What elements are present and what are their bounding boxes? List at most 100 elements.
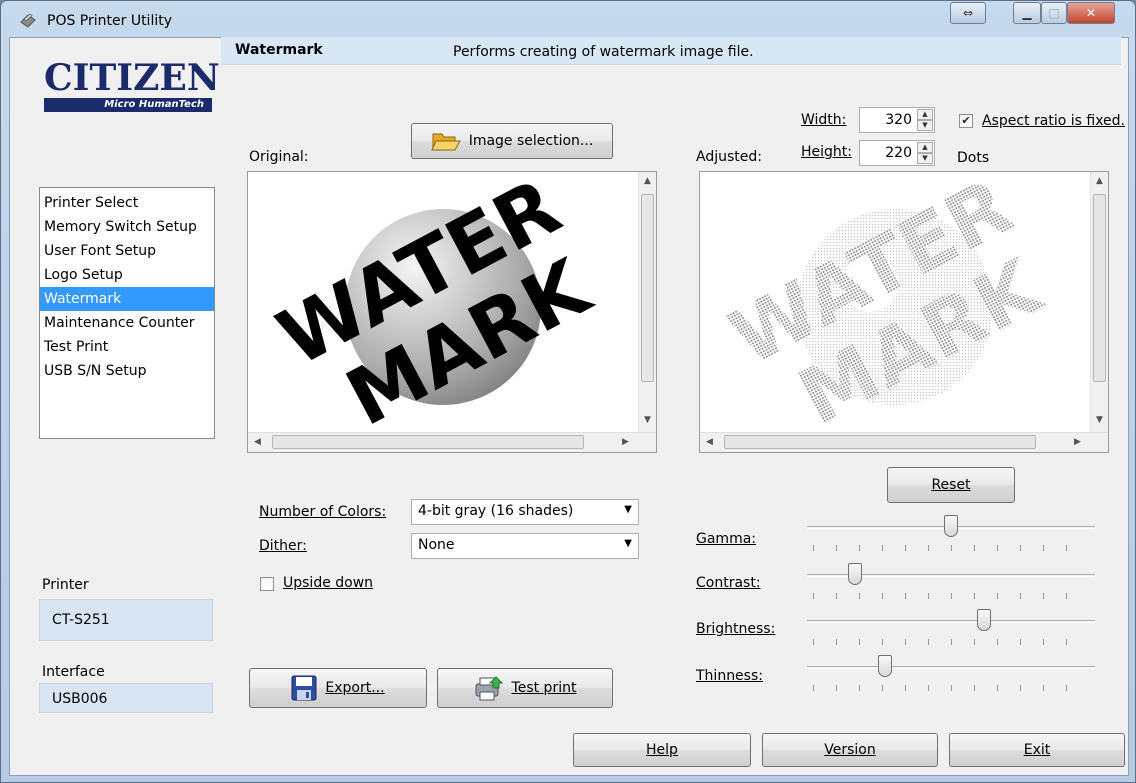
adjusted-horizontal-scrollbar[interactable]: ◀ ▶ [700, 432, 1108, 452]
section-title: Watermark [235, 42, 323, 58]
height-label: Height: [801, 144, 852, 160]
upside-down-checkbox[interactable] [260, 577, 274, 591]
nav-item-test-print[interactable]: Test Print [40, 335, 214, 359]
close-icon: ✕ [1085, 6, 1097, 20]
spin-down-icon[interactable]: ▼ [917, 153, 933, 164]
chevron-down-icon: ▼ [624, 504, 632, 515]
checkmark-icon: ✔ [961, 114, 971, 127]
chevron-down-icon: ▼ [624, 538, 632, 549]
original-watermark-image: WATER MARK [264, 172, 605, 434]
nav-item-printer-select[interactable]: Printer Select [40, 191, 214, 215]
gamma-label: Gamma: [696, 531, 756, 547]
nav-item-logo-setup[interactable]: Logo Setup [40, 263, 214, 287]
adjusted-watermark-image: WATER MARK [716, 172, 1057, 434]
number-of-colors-label: Number of Colors: [259, 504, 387, 520]
version-label: Version [824, 742, 876, 758]
original-hscroll-thumb[interactable] [272, 435, 584, 449]
brightness-label: Brightness: [696, 621, 776, 637]
upside-down-label[interactable]: Upside down [283, 575, 373, 591]
nav-item-usb-sn-setup[interactable]: USB S/N Setup [40, 359, 214, 383]
adjusted-vertical-scrollbar[interactable]: ▲ ▼ [1090, 172, 1108, 434]
exit-label: Exit [1023, 742, 1051, 758]
citizen-logo: CITIZEN Micro HumanTech [44, 57, 220, 118]
function-list[interactable]: Printer Select Memory Switch Setup User … [39, 187, 215, 439]
printer-label: Printer [42, 577, 89, 593]
title-bar[interactable]: POS Printer Utility ⇔ ▁ □ ✕ [1, 1, 1135, 37]
minimize-button[interactable]: ▁ [1013, 2, 1041, 24]
save-icon [291, 675, 317, 701]
printer-icon [475, 676, 503, 701]
number-of-colors-select[interactable]: 4-bit gray (16 shades) ▼ [411, 499, 639, 525]
original-preview: WATER MARK ▲ ▼ ◀ ▶ [247, 171, 657, 453]
aspect-ratio-checkbox[interactable]: ✔ [959, 114, 973, 128]
aspect-ratio-label[interactable]: Aspect ratio is fixed. [982, 113, 1125, 129]
close-button[interactable]: ✕ [1067, 2, 1115, 24]
width-spin-buttons[interactable]: ▲ ▼ [917, 109, 933, 131]
adjusted-preview: WATER MARK ▲ ▼ ◀ ▶ [699, 171, 1109, 453]
dither-value: None [418, 537, 455, 553]
brightness-slider[interactable] [807, 609, 1095, 649]
printer-value: CT-S251 [39, 599, 213, 641]
thinness-slider[interactable] [807, 655, 1095, 695]
interface-value: USB006 [39, 683, 213, 713]
original-horizontal-scrollbar[interactable]: ◀ ▶ [248, 432, 656, 452]
width-spinner[interactable]: 320 ▲ ▼ [859, 107, 935, 133]
export-label: Export... [325, 680, 385, 696]
thinness-label: Thinness: [696, 668, 763, 684]
height-spin-buttons[interactable]: ▲ ▼ [917, 142, 933, 164]
contrast-slider[interactable] [807, 563, 1095, 603]
image-selection-label: Image selection... [468, 133, 594, 149]
app-window: POS Printer Utility ⇔ ▁ □ ✕ CITIZEN Micr… [0, 0, 1136, 783]
nav-item-memory-switch-setup[interactable]: Memory Switch Setup [40, 215, 214, 239]
window-title: POS Printer Utility [47, 13, 173, 29]
width-value: 320 [885, 112, 912, 128]
section-header: Watermark Performs creating of watermark… [221, 37, 1121, 65]
app-icon [20, 13, 36, 28]
interface-label: Interface [42, 664, 105, 680]
reset-button[interactable]: Reset [887, 467, 1015, 503]
gamma-slider[interactable] [807, 515, 1095, 555]
resize-arrows-button[interactable]: ⇔ [950, 2, 986, 24]
maximize-icon: □ [1048, 6, 1060, 20]
minimize-icon: ▁ [1022, 6, 1032, 20]
spin-up-icon[interactable]: ▲ [917, 142, 933, 153]
original-label: Original: [249, 149, 309, 165]
nav-item-user-font-setup[interactable]: User Font Setup [40, 239, 214, 263]
width-label: Width: [801, 112, 847, 128]
resize-arrows-icon: ⇔ [962, 6, 974, 20]
spin-down-icon[interactable]: ▼ [917, 120, 933, 131]
version-button[interactable]: Version [762, 733, 938, 767]
image-selection-button[interactable]: Image selection... [411, 123, 613, 159]
folder-open-icon [430, 133, 461, 151]
gamma-slider-thumb[interactable] [944, 515, 958, 537]
adjusted-hscroll-thumb[interactable] [724, 435, 1036, 449]
nav-item-watermark[interactable]: Watermark [40, 287, 214, 311]
help-label: Help [646, 742, 678, 758]
brightness-slider-thumb[interactable] [976, 609, 991, 631]
spin-up-icon[interactable]: ▲ [917, 109, 933, 120]
number-of-colors-value: 4-bit gray (16 shades) [418, 503, 574, 519]
contrast-slider-thumb[interactable] [848, 563, 863, 585]
section-description: Performs creating of watermark image fil… [453, 44, 754, 60]
thinness-slider-thumb[interactable] [878, 655, 893, 677]
height-value: 220 [885, 145, 912, 161]
export-button[interactable]: Export... [249, 668, 427, 708]
help-button[interactable]: Help [573, 733, 751, 767]
adjusted-label: Adjusted: [696, 149, 762, 165]
test-print-label: Test print [511, 680, 577, 696]
reset-label: Reset [931, 477, 971, 493]
height-spinner[interactable]: 220 ▲ ▼ [859, 140, 935, 166]
test-print-button[interactable]: Test print [437, 668, 613, 708]
logo-sub: Micro HumanTech [44, 98, 212, 112]
nav-item-maintenance-counter[interactable]: Maintenance Counter [40, 311, 214, 335]
original-vscroll-thumb[interactable] [641, 194, 654, 382]
dither-label: Dither: [259, 538, 307, 554]
dots-label: Dots [957, 150, 990, 166]
contrast-label: Contrast: [696, 575, 761, 591]
dither-select[interactable]: None ▼ [411, 533, 639, 559]
exit-button[interactable]: Exit [949, 733, 1125, 767]
original-vertical-scrollbar[interactable]: ▲ ▼ [638, 172, 656, 434]
logo-name: CITIZEN [44, 57, 220, 99]
adjusted-vscroll-thumb[interactable] [1093, 194, 1106, 382]
maximize-button[interactable]: □ [1041, 2, 1067, 24]
